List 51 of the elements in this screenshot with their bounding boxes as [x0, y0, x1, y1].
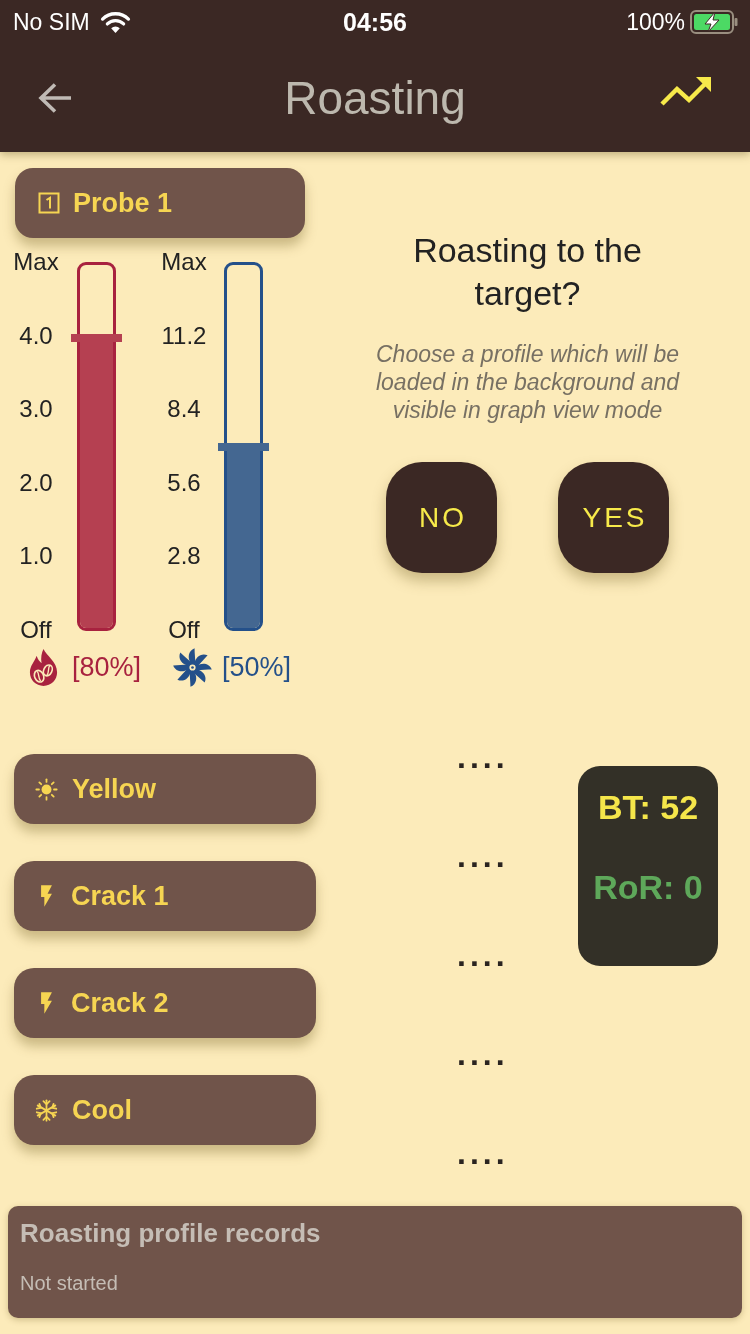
slider-thumb[interactable] [71, 333, 122, 342]
slider-track[interactable] [224, 262, 263, 631]
answer-button[interactable]: NO [386, 462, 497, 573]
slider-track[interactable] [77, 262, 116, 631]
flame-icon [27, 647, 60, 687]
fan-icon [173, 647, 212, 687]
records-status: Not started [20, 1271, 119, 1296]
trending-up-icon [660, 75, 712, 107]
scale-label: 11.2 [161, 321, 207, 350]
clock-text: 04:56 [343, 8, 407, 36]
scale-label: 2.0 [19, 468, 53, 497]
scale-label: Max [13, 248, 59, 276]
bean-temperature-text: BT: 52 [597, 787, 699, 827]
scale-label: Off [20, 615, 52, 644]
dotted-separator: .... [457, 845, 507, 867]
probe-button[interactable]: Probe 1 [15, 168, 305, 238]
numbered-square-icon [38, 192, 60, 214]
slider-thumb[interactable] [218, 442, 269, 451]
dotted-separator: .... [457, 1142, 507, 1164]
scale-label: 2.8 [167, 542, 201, 571]
event-button[interactable]: Yellow [14, 754, 316, 824]
scale-label: 4.0 [19, 321, 53, 350]
snowflake-icon [35, 1098, 58, 1122]
rate-of-rise-text: RoR: 0 [593, 867, 703, 907]
scale-label: 8.4 [167, 395, 201, 424]
scale-label: Off [168, 615, 200, 644]
dotted-separator: .... [457, 1043, 507, 1065]
scale-label: 5.6 [167, 468, 201, 497]
battery-percent: 100% [626, 8, 685, 36]
sun-icon [35, 777, 58, 801]
scale-label: Max [161, 248, 207, 276]
power-reading: [50%] [222, 651, 292, 683]
lightning-icon [40, 991, 53, 1015]
event-button[interactable]: Cool [14, 1075, 316, 1145]
dotted-separator: .... [457, 944, 507, 966]
prompt-description: Choose a profile which will be loaded in the background and visible in graph view mode [374, 340, 681, 424]
records-title: Roasting profile records [20, 1218, 322, 1248]
dotted-separator: .... [457, 746, 507, 768]
arrow-left-icon [37, 82, 73, 114]
lightning-icon [40, 884, 53, 908]
carrier-text: No SIM [13, 8, 90, 36]
answer-button[interactable]: YES [558, 462, 669, 573]
screen-title: Roasting [284, 71, 466, 125]
battery-icon [690, 10, 738, 34]
event-button[interactable]: Crack 1 [14, 861, 316, 931]
power-reading: [80%] [72, 651, 142, 683]
scale-label: 1.0 [19, 542, 53, 571]
scale-label: 3.0 [19, 395, 53, 424]
prompt-title: Roasting to the target? [412, 230, 643, 314]
event-button[interactable]: Crack 2 [14, 968, 316, 1038]
wifi-icon [99, 10, 131, 34]
